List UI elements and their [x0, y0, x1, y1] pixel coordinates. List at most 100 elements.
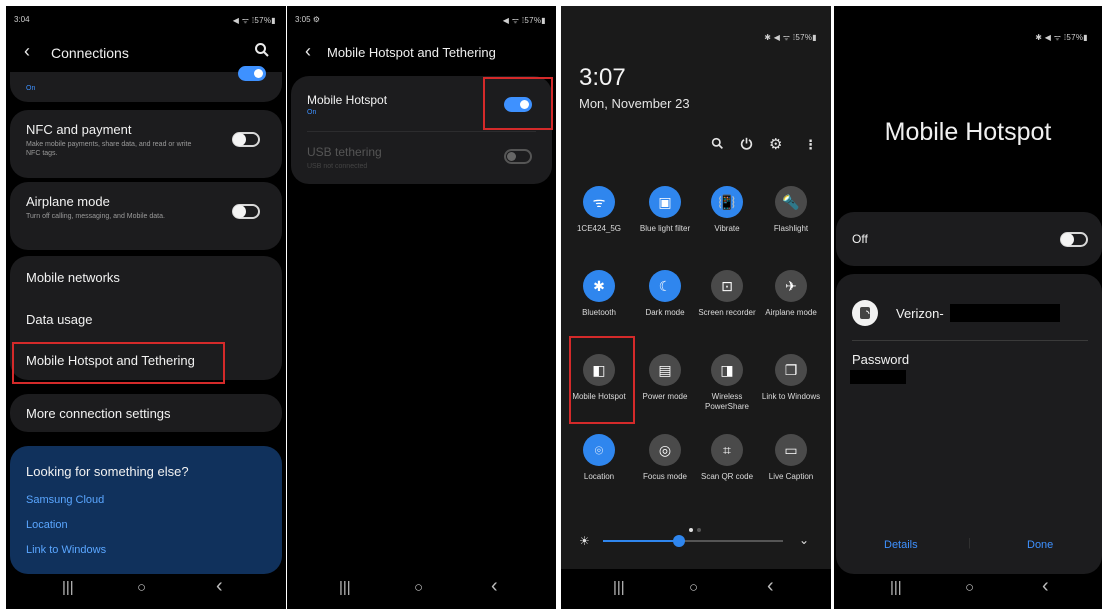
menu-item-data-usage[interactable]: Data usage [26, 312, 93, 327]
app-header: ‹ Mobile Hotspot and Tethering [287, 38, 556, 68]
power-mode-icon: ▤ [649, 354, 681, 386]
divider [852, 340, 1088, 341]
back-arrow-icon[interactable]: ‹ [305, 41, 311, 62]
airplane-card[interactable]: Airplane mode Turn off calling, messagin… [10, 182, 282, 250]
quick-tile[interactable]: 📳 Vibrate [695, 186, 759, 234]
password-label[interactable]: Password [852, 352, 909, 367]
flashlight-icon: 🔦 [775, 186, 807, 218]
nfc-subtitle: Make mobile payments, share data, and re… [26, 141, 192, 157]
recents-icon[interactable]: ||| [339, 579, 351, 596]
quick-tile[interactable]: ◨ Wireless PowerShare [695, 354, 759, 412]
screen-recorder-icon: ⊡ [711, 270, 743, 302]
hotspot-switch-label: Off [852, 232, 868, 246]
back-icon[interactable]: ‹ [1042, 575, 1049, 598]
redacted-block [850, 370, 906, 384]
hotspot-tethering-screen: 3:05 ⚙ ◀ ᯤ ⁞57%▮ ‹ Mobile Hotspot and Te… [287, 6, 556, 609]
status-bar: ✱ ◀ ᯤ ⁞57%▮ [834, 6, 1102, 42]
dark-mode-icon: ☾ [649, 270, 681, 302]
back-icon[interactable]: ‹ [767, 575, 774, 598]
quick-tile[interactable]: ✈ Airplane mode [759, 270, 823, 318]
chevron-down-icon[interactable]: ⌄ [799, 533, 809, 547]
status-icons: ◀ ᯤ ⁞57%▮ [502, 16, 546, 25]
more-settings-label: More connection settings [26, 406, 171, 421]
hotspot-switch-card[interactable]: Off [836, 212, 1102, 266]
usb-tethering-toggle [504, 149, 532, 164]
details-button[interactable]: Details [884, 539, 918, 551]
quick-tile[interactable]: ⊡ Screen recorder [695, 270, 759, 318]
button-divider: | [968, 537, 971, 549]
usb-tethering-title: USB tethering [307, 145, 382, 159]
airplane-toggle[interactable] [232, 204, 260, 219]
back-icon[interactable]: ‹ [491, 575, 498, 598]
status-time: 3:04 [14, 15, 30, 24]
quick-tile[interactable]: ◎ Focus mode [633, 434, 697, 482]
date: Mon, November 23 [579, 96, 690, 111]
airplane-title: Airplane mode [26, 194, 110, 209]
more-options-icon[interactable]: ⋮ [804, 137, 817, 153]
quick-tile[interactable]: ✱ Bluetooth [567, 270, 631, 318]
link-samsung-cloud[interactable]: Samsung Cloud [26, 494, 104, 506]
quick-tile-label: Location [583, 472, 615, 481]
nfc-toggle[interactable] [232, 132, 260, 147]
status-bar: 3:04 ◀ ᯤ ⁞57%▮ [6, 6, 286, 30]
quick-tile-label: Bluetooth [582, 308, 616, 317]
quick-tile[interactable]: ▤ Power mode [633, 354, 697, 402]
navigation-bar: ||| ○ ‹ [6, 569, 286, 609]
home-icon[interactable]: ○ [137, 579, 146, 596]
recents-icon[interactable]: ||| [62, 579, 74, 596]
quick-tile-label: Live Caption [768, 472, 814, 481]
powershare-icon: ◨ [711, 354, 743, 386]
quick-panel-screen: ✱ ◀ ᯤ ⁞57%▮ 3:07 Mon, November 23 ⚙ ⋮ ᯤ 1… [561, 6, 831, 609]
link-location[interactable]: Location [26, 519, 68, 531]
highlight-box [569, 336, 635, 424]
settings-gear-icon[interactable]: ⚙ [769, 135, 782, 153]
nfc-card[interactable]: NFC and payment Make mobile payments, sh… [10, 110, 282, 178]
search-icon[interactable] [711, 137, 724, 153]
quick-tile[interactable]: 🔦 Flashlight [759, 186, 823, 234]
recents-icon[interactable]: ||| [613, 579, 625, 596]
menu-item-mobile-networks[interactable]: Mobile networks [26, 270, 120, 285]
mobile-hotspot-title[interactable]: Mobile Hotspot [307, 93, 387, 107]
quick-tile[interactable]: ᯤ 1CE424_5G [567, 186, 631, 234]
clock: 3:07 [579, 64, 626, 91]
quick-tile[interactable]: ▣ Blue light filter [633, 186, 697, 234]
app-header: ‹ Connections [6, 38, 286, 68]
status-icons: ◀ ᯤ ⁞57%▮ [232, 16, 276, 25]
hotspot-switch-toggle[interactable] [1060, 232, 1088, 247]
quick-tile[interactable]: ⌾ Location [567, 434, 631, 482]
network-name[interactable]: Verizon- [896, 306, 944, 321]
status-icons: ✱ ◀ ᯤ ⁞57%▮ [1035, 33, 1088, 42]
page-title: Mobile Hotspot [884, 118, 1052, 146]
home-icon[interactable]: ○ [689, 579, 698, 596]
link-windows-icon: ❐ [775, 354, 807, 386]
quick-tile[interactable]: ▭ Live Caption [759, 434, 823, 482]
wifi-card-partial[interactable]: On [10, 66, 282, 102]
home-icon[interactable]: ○ [965, 579, 974, 596]
back-icon[interactable]: ‹ [216, 575, 223, 598]
home-icon[interactable]: ○ [414, 579, 423, 596]
quick-tile-label: Screen recorder [698, 308, 756, 317]
qr-icon: ⌗ [711, 434, 743, 466]
link-link-to-windows[interactable]: Link to Windows [26, 544, 106, 556]
quick-tile[interactable]: ❐ Link to Windows [759, 354, 823, 402]
quick-tile-label: Scan QR code [700, 472, 754, 481]
usb-tethering-subtitle: USB not connected [307, 163, 368, 170]
more-settings-card[interactable]: More connection settings [10, 394, 282, 432]
hotspot-icon [852, 300, 878, 326]
brightness-slider-handle[interactable] [672, 535, 685, 547]
brightness-fill [603, 540, 679, 542]
search-icon[interactable] [254, 42, 270, 63]
quick-tile[interactable]: ☾ Dark mode [633, 270, 697, 318]
quick-tile[interactable]: ⌗ Scan QR code [695, 434, 759, 482]
done-button[interactable]: Done [1027, 539, 1053, 551]
airplane-subtitle: Turn off calling, messaging, and Mobile … [26, 213, 165, 220]
location-icon: ⌾ [583, 434, 615, 466]
highlight-box [483, 77, 553, 130]
quick-tile-label: Airplane mode [765, 308, 817, 317]
wifi-toggle[interactable] [238, 66, 266, 81]
recents-icon[interactable]: ||| [890, 579, 902, 596]
nfc-title: NFC and payment [26, 122, 132, 137]
quick-tile-label: Power mode [642, 392, 688, 401]
power-icon[interactable] [740, 137, 753, 153]
back-arrow-icon[interactable]: ‹ [24, 41, 30, 62]
